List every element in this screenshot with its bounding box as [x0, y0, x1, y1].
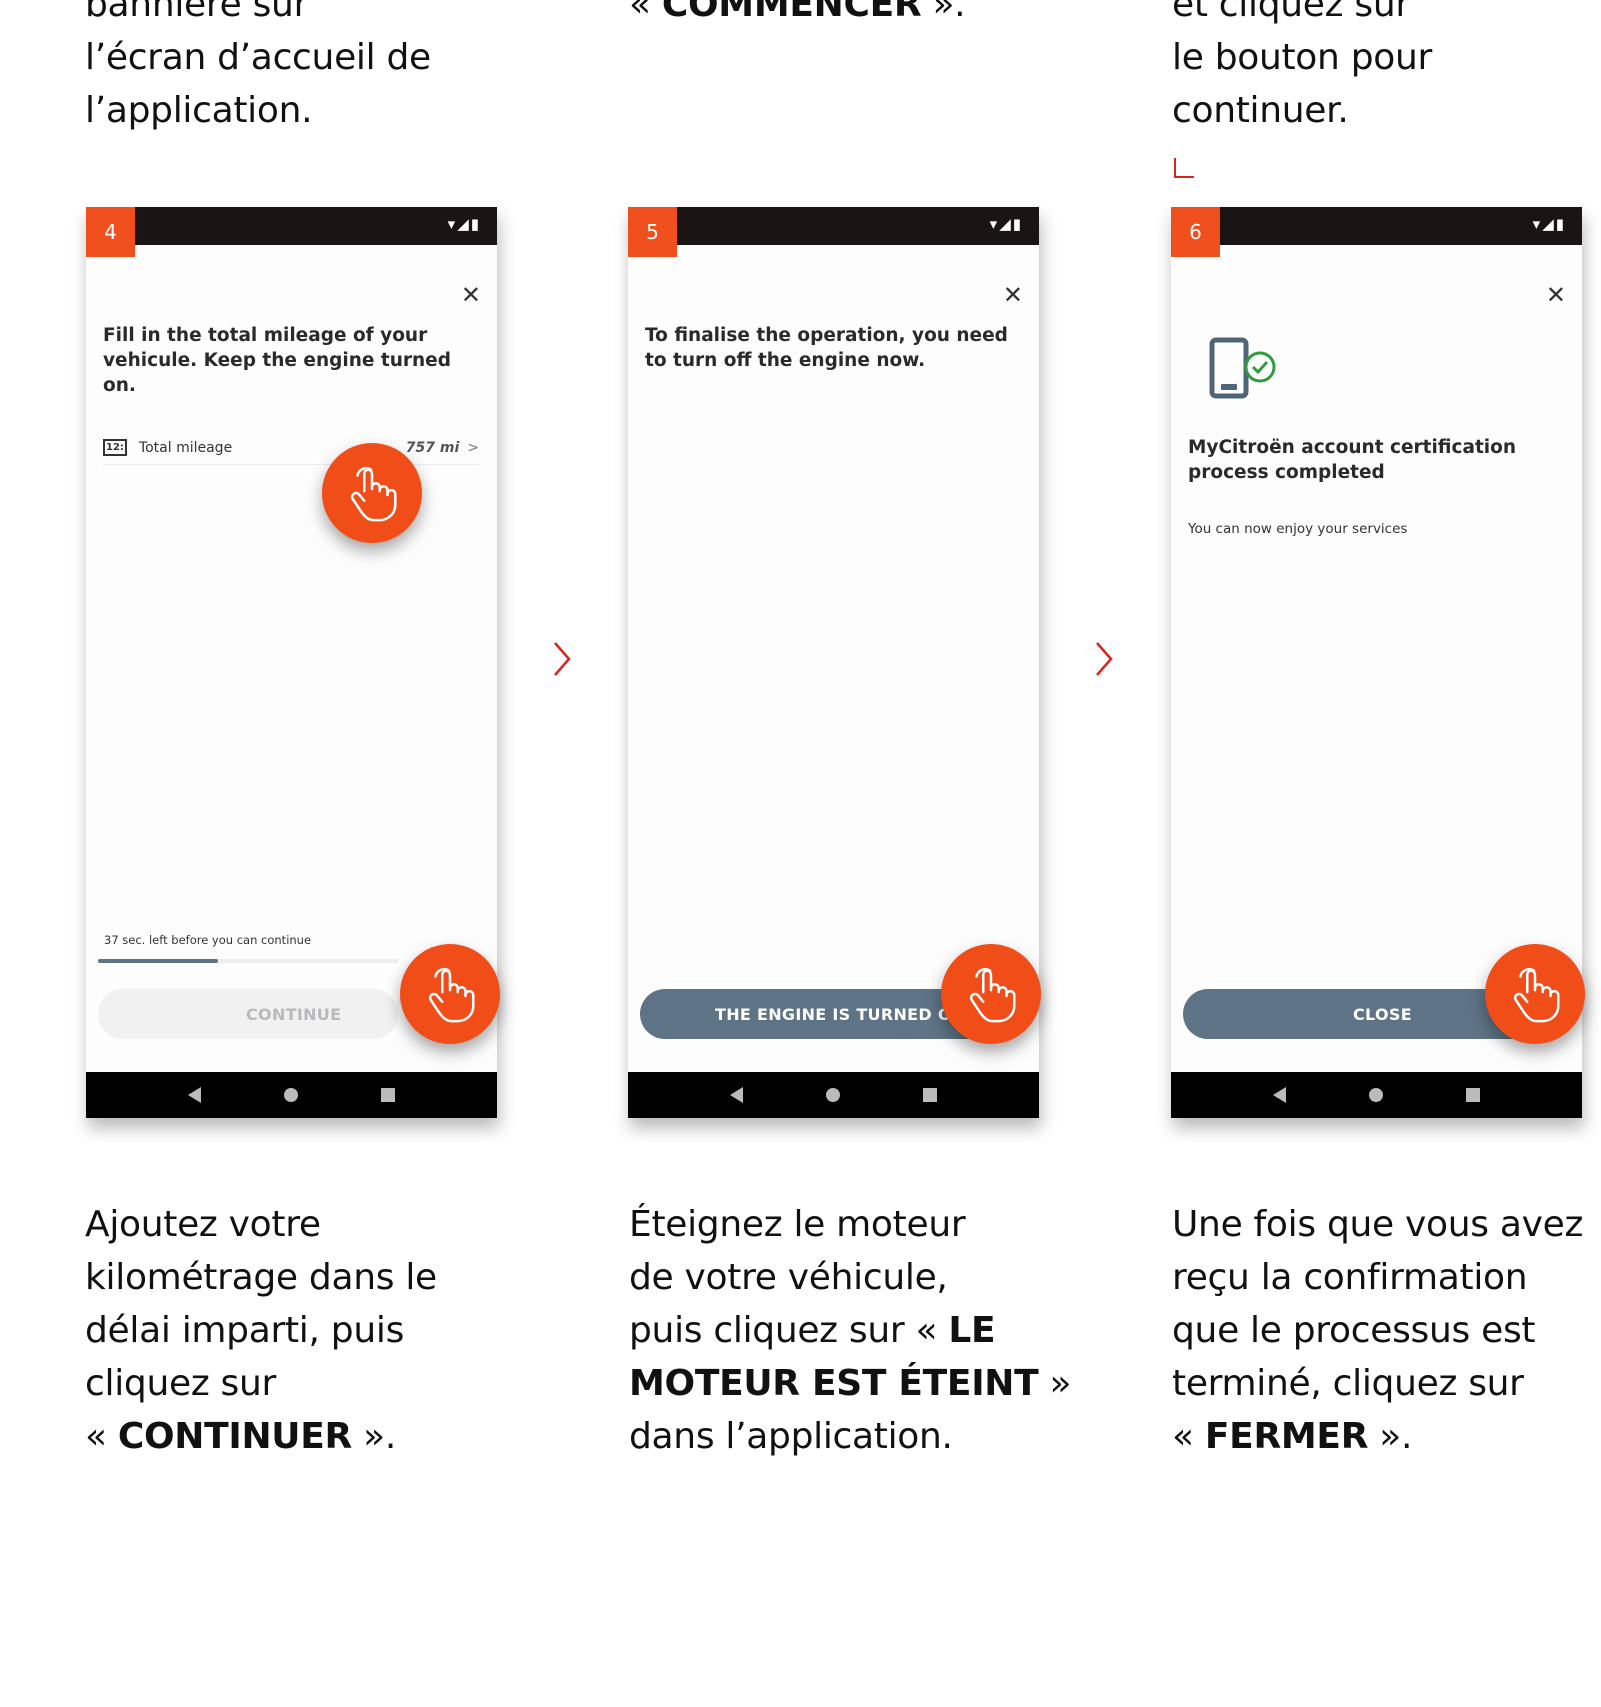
- back-icon[interactable]: [187, 1087, 201, 1103]
- caption-line: reçu la confirmation: [1172, 1257, 1528, 1298]
- status-icons: ▾◢▮: [447, 215, 481, 233]
- top-caption-3: et cliquez sur le bouton pour continuer.: [1172, 0, 1432, 137]
- timer-progress-fill: [98, 959, 218, 963]
- status-bar: ▾◢▮: [1171, 207, 1582, 245]
- tap-hint-icon: [941, 944, 1041, 1044]
- screen-heading: To finalise the operation, you need to t…: [645, 325, 1008, 371]
- home-icon[interactable]: [1368, 1088, 1383, 1102]
- phone-screen-step-4: ▾◢▮ 4 ✕ Fill in the total mileage of you…: [86, 207, 500, 1118]
- status-bar: ▾◢▮: [86, 207, 497, 245]
- bottom-caption-1: Ajoutez votre kilométrage dans le délai …: [85, 1198, 437, 1463]
- caption-line: puis cliquez sur « LE: [629, 1310, 996, 1351]
- tap-hint-icon: [400, 944, 500, 1044]
- android-nav-bar: [86, 1072, 497, 1118]
- caption-line: que le processus est: [1172, 1310, 1536, 1351]
- caption-line: « FERMER ».: [1172, 1416, 1413, 1457]
- caption-line: kilométrage dans le: [85, 1257, 437, 1298]
- phone-check-icon: [1209, 337, 1276, 399]
- corner-mark: [1174, 158, 1194, 178]
- odometer-icon: 12:: [103, 439, 127, 456]
- caption-line: MOTEUR EST ÉTEINT »: [629, 1363, 1072, 1404]
- top-caption-1: bannière sur l’écran d’accueil de l’appl…: [85, 0, 431, 137]
- next-step-arrow-icon: [1096, 642, 1113, 676]
- caption-line: l’application.: [85, 90, 313, 131]
- screen-heading: MyCitroën account certification process …: [1188, 437, 1517, 483]
- caption-line: Ajoutez votre: [85, 1204, 321, 1245]
- next-step-arrow-icon: [554, 642, 571, 676]
- recent-apps-icon[interactable]: [923, 1088, 938, 1102]
- screen-heading: Fill in the total mileage of your vehicu…: [103, 325, 451, 396]
- recent-apps-icon[interactable]: [381, 1088, 396, 1102]
- tap-hint-icon: [1485, 944, 1585, 1044]
- bottom-caption-2: Éteignez le moteur de votre véhicule, pu…: [629, 1198, 1072, 1463]
- screen-subtext: You can now enjoy your services: [1188, 521, 1408, 537]
- mileage-value: 757 mi: [405, 439, 460, 456]
- chevron-right-icon: >: [467, 439, 479, 456]
- status-icons: ▾◢▮: [989, 215, 1023, 233]
- back-icon[interactable]: [729, 1087, 743, 1103]
- close-icon[interactable]: ✕: [1546, 283, 1566, 307]
- home-icon[interactable]: [283, 1088, 298, 1102]
- caption-line: délai imparti, puis: [85, 1310, 405, 1351]
- step-badge: 6: [1171, 207, 1220, 257]
- caption-line: l’écran d’accueil de: [85, 37, 431, 78]
- close-icon[interactable]: ✕: [461, 283, 481, 307]
- caption-line: dans l’application.: [629, 1416, 953, 1457]
- step-badge: 5: [628, 207, 677, 257]
- caption-line: terminé, cliquez sur: [1172, 1363, 1524, 1404]
- android-nav-bar: [1171, 1072, 1582, 1118]
- bottom-caption-3: Une fois que vous avez reçu la confirmat…: [1172, 1198, 1583, 1463]
- status-bar: ▾◢▮: [628, 207, 1039, 245]
- caption-line: Une fois que vous avez: [1172, 1204, 1584, 1245]
- caption-line: de votre véhicule,: [629, 1257, 948, 1298]
- tap-hint-icon: [322, 443, 422, 543]
- phone-screen-step-6: ▾◢▮ 6 ✕ MyCitroën account certification …: [1171, 207, 1585, 1118]
- caption-line: et cliquez sur: [1172, 0, 1410, 25]
- caption-line: le bouton pour: [1172, 37, 1432, 78]
- top-caption-2: « COMMENCER ».: [629, 0, 966, 31]
- step-badge: 4: [86, 207, 135, 257]
- close-icon[interactable]: ✕: [1003, 283, 1023, 307]
- recent-apps-icon[interactable]: [1466, 1088, 1481, 1102]
- timer-progress-track: [98, 959, 398, 963]
- caption-line: cliquez sur: [85, 1363, 277, 1404]
- timer-text: 37 sec. left before you can continue: [104, 933, 312, 947]
- caption-line: « COMMENCER ».: [629, 0, 966, 25]
- status-icons: ▾◢▮: [1532, 215, 1566, 233]
- android-nav-bar: [628, 1072, 1039, 1118]
- home-icon[interactable]: [825, 1088, 840, 1102]
- caption-line: Éteignez le moteur: [629, 1204, 966, 1245]
- phone-screen-step-5: ▾◢▮ 5 ✕ To finalise the operation, you n…: [628, 207, 1041, 1118]
- caption-line: bannière sur: [85, 0, 309, 25]
- mileage-label: Total mileage: [138, 439, 233, 456]
- caption-line: continuer.: [1172, 90, 1349, 131]
- back-icon[interactable]: [1272, 1087, 1286, 1103]
- caption-line: « CONTINUER ».: [85, 1416, 396, 1457]
- mileage-row[interactable]: 12: Total mileage 757 mi >: [103, 431, 479, 465]
- continue-button[interactable]: CONTINUE: [98, 989, 398, 1039]
